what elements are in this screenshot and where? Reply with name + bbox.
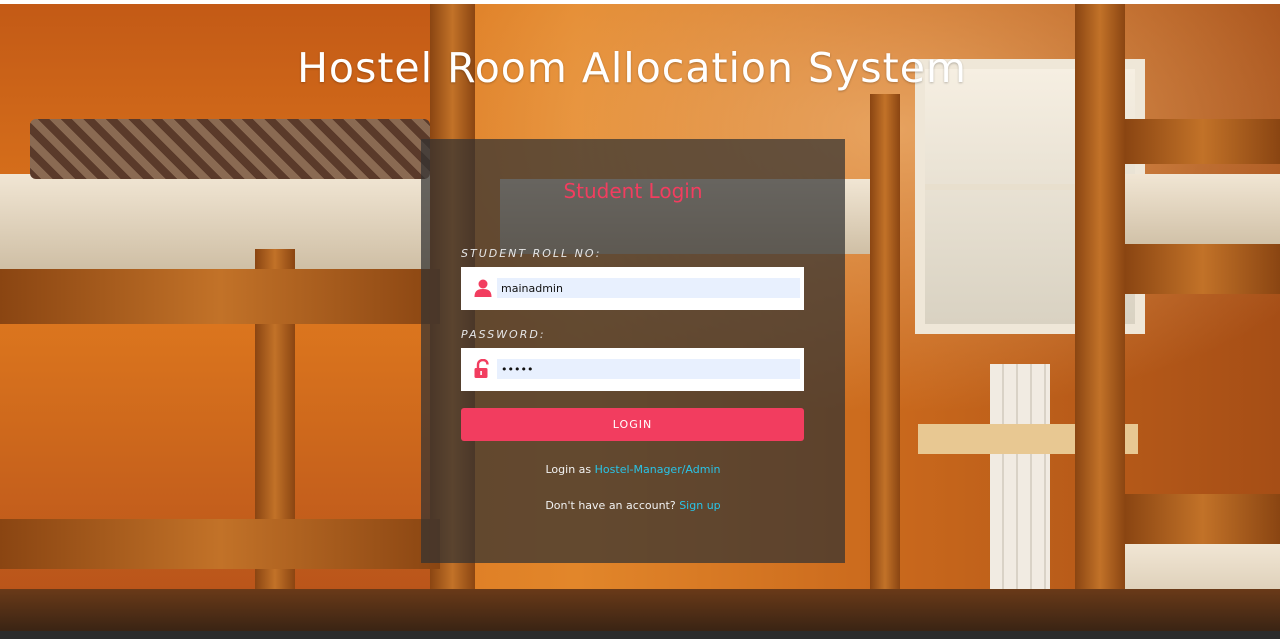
background-blanket	[30, 119, 430, 179]
user-icon-svg	[474, 279, 492, 297]
login-button[interactable]: LOGIN	[461, 408, 804, 441]
page: Hostel Room Allocation System Student Lo…	[0, 0, 1280, 639]
bottom-border	[0, 631, 1280, 639]
roll-number-input[interactable]	[497, 278, 800, 298]
background-mattress-right	[1125, 174, 1280, 249]
background-rail	[0, 519, 440, 569]
background-post	[870, 94, 900, 631]
signup-line: Don't have an account? Sign up	[421, 499, 845, 512]
background-post	[1075, 4, 1125, 631]
admin-login-link[interactable]: Hostel-Manager/Admin	[595, 463, 721, 476]
background-mattress-left	[0, 174, 440, 269]
signup-link[interactable]: Sign up	[679, 499, 720, 512]
background-rail	[1125, 119, 1280, 164]
background-radiator	[990, 364, 1050, 589]
password-input[interactable]	[497, 359, 800, 379]
admin-login-prefix: Login as	[545, 463, 592, 476]
login-panel: Student Login STUDENT ROLL NO: PASSWORD:	[421, 139, 845, 563]
admin-login-line: Login as Hostel-Manager/Admin	[421, 463, 845, 476]
background-rail	[1125, 494, 1280, 544]
roll-number-field	[461, 267, 804, 310]
password-field	[461, 348, 804, 391]
login-heading: Student Login	[563, 179, 703, 203]
background-rail	[1125, 244, 1280, 294]
background-rail	[0, 269, 440, 324]
password-label: PASSWORD:	[461, 328, 546, 341]
background-floor	[0, 589, 1280, 631]
unlock-icon-svg	[474, 358, 489, 378]
roll-number-label: STUDENT ROLL NO:	[461, 247, 602, 260]
site-title: Hostel Room Allocation System	[297, 44, 967, 92]
user-icon	[473, 278, 493, 298]
signup-prefix: Don't have an account?	[545, 499, 676, 512]
unlock-icon	[473, 358, 493, 379]
